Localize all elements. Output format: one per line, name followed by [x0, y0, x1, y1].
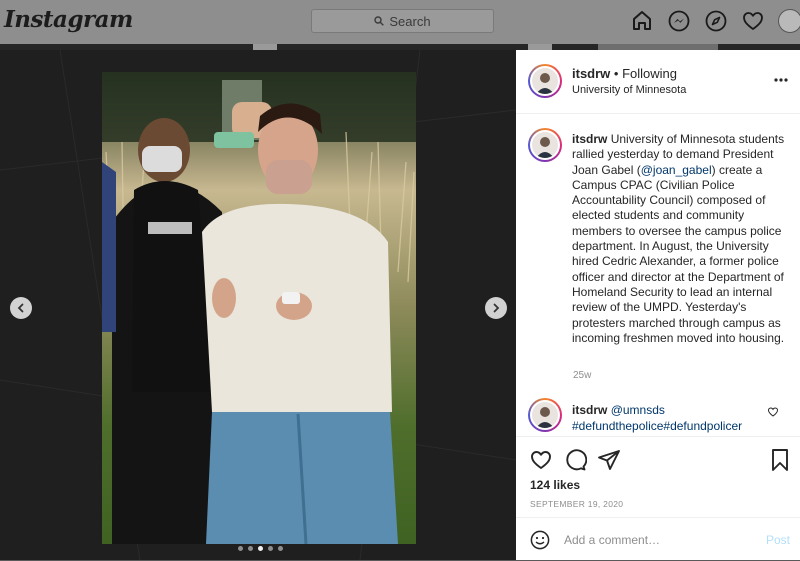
- next-photo-button[interactable]: [485, 297, 507, 319]
- protest-photo-image: [102, 72, 416, 544]
- chevron-left-icon: [17, 303, 24, 313]
- post-header: itsdrw • Following University of Minneso…: [516, 50, 800, 114]
- comment-mention-link[interactable]: @umnsds: [611, 403, 665, 417]
- post-date[interactable]: SEPTEMBER 19, 2020: [530, 499, 623, 509]
- chevron-right-icon: [493, 303, 500, 313]
- save-bookmark-icon[interactable]: [770, 448, 790, 472]
- caption-mention-link[interactable]: @joan_gabel: [641, 163, 712, 177]
- caption-username[interactable]: itsdrw: [572, 132, 607, 146]
- author-username[interactable]: itsdrw: [572, 66, 610, 81]
- caption-age[interactable]: 25w: [573, 370, 591, 381]
- follow-status[interactable]: • Following: [614, 66, 677, 81]
- explore-icon[interactable]: [704, 9, 728, 33]
- instagram-logo[interactable]: Instagram: [4, 6, 133, 33]
- search-box[interactable]: Search: [311, 9, 494, 33]
- top-navigation-bar: Instagram Search: [0, 0, 800, 44]
- carousel-dot: [278, 546, 283, 551]
- carousel-dots: [238, 546, 283, 551]
- profile-avatar[interactable]: [778, 9, 800, 33]
- add-comment-input[interactable]: Add a comment…: [564, 533, 660, 547]
- previous-photo-button[interactable]: [10, 297, 32, 319]
- share-paper-plane-icon[interactable]: [597, 448, 621, 472]
- home-icon[interactable]: [630, 9, 654, 33]
- like-heart-icon[interactable]: [529, 448, 553, 472]
- carousel-dot: [258, 546, 263, 551]
- caption-author-avatar[interactable]: [528, 128, 562, 162]
- likes-count[interactable]: 124 likes: [530, 478, 580, 492]
- post-caption: itsdrw University of Minnesota students …: [572, 132, 790, 346]
- author-line: itsdrw • Following: [572, 66, 677, 81]
- comment-item: itsdrw @umnsds #defundthepolice#defundpo…: [572, 402, 768, 434]
- add-comment-bar: Add a comment… Post: [516, 517, 800, 561]
- post-location[interactable]: University of Minnesota: [572, 84, 686, 96]
- search-icon: [374, 16, 385, 26]
- comments-section: itsdrw University of Minnesota students …: [516, 114, 800, 436]
- post-photo[interactable]: [102, 72, 416, 544]
- comment-bubble-icon[interactable]: [563, 448, 587, 472]
- more-options-icon[interactable]: [774, 78, 788, 82]
- search-placeholder: Search: [389, 13, 431, 29]
- comment-username[interactable]: itsdrw: [572, 403, 607, 417]
- post-details-panel: itsdrw • Following University of Minneso…: [516, 50, 800, 560]
- like-comment-heart-icon[interactable]: [767, 406, 779, 418]
- carousel-dot: [238, 546, 243, 551]
- author-avatar[interactable]: [528, 64, 562, 98]
- emoji-icon[interactable]: [530, 530, 550, 550]
- caption-text-part2: ) create a Campus CPAC (Civilian Police …: [572, 162, 785, 345]
- heart-icon[interactable]: [741, 9, 765, 33]
- post-actions: 124 likes SEPTEMBER 19, 2020 Add a comme…: [516, 436, 800, 560]
- carousel-dot: [248, 546, 253, 551]
- comment-hashtags[interactable]: #defundthepolice#defundpolicer: [572, 419, 742, 433]
- comment-author-avatar[interactable]: [528, 398, 562, 432]
- messenger-icon[interactable]: [667, 9, 691, 33]
- nav-icons: [630, 9, 800, 33]
- carousel-dot: [268, 546, 273, 551]
- post-comment-button[interactable]: Post: [766, 533, 790, 547]
